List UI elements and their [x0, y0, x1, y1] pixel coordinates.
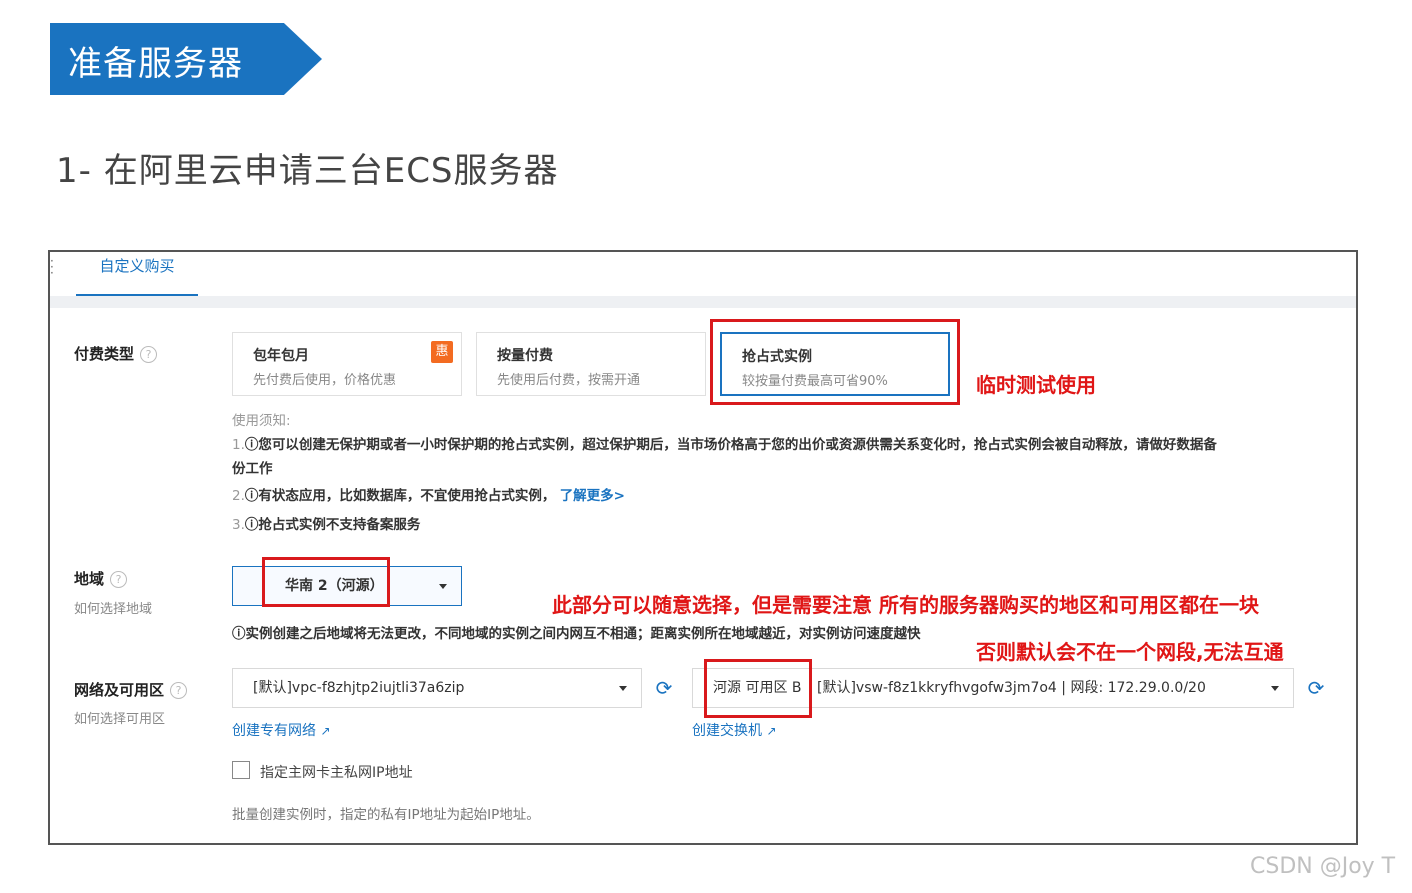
- region-hint: ⓘ实例创建之后地域将无法更改，不同地域的实例之间内网互不相通；距离实例所在地域越…: [232, 626, 921, 642]
- help-icon[interactable]: ?: [170, 682, 188, 699]
- external-link-icon: ↗: [766, 724, 777, 738]
- zone-help-link[interactable]: 如何选择可用区: [74, 708, 165, 727]
- highlight-box-spot: [710, 319, 960, 405]
- chevron-down-icon: [1271, 686, 1279, 691]
- external-link-icon: ↗: [320, 724, 331, 738]
- create-vpc-link[interactable]: 创建专有网络 ↗: [232, 720, 331, 740]
- chevron-down-icon: [619, 686, 627, 691]
- handle-icon: · · ·: [50, 254, 54, 280]
- slide-subtitle: 1- 在阿里云申请三台ECS服务器: [56, 151, 559, 191]
- vpc-select[interactable]: [默认]vpc-f8zhjtp2iujtli37a6zip: [232, 668, 642, 708]
- billing-option-payg[interactable]: 按量付费 先使用后付费，按需开通: [476, 332, 706, 396]
- region-help-link[interactable]: 如何选择地域: [74, 598, 152, 617]
- private-ip-checkbox[interactable]: [232, 761, 250, 779]
- option-title: 按量付费: [497, 348, 553, 364]
- annotation-temp-test: 临时测试使用: [976, 373, 1096, 397]
- vpc-value: [默认]vpc-f8zhjtp2iujtli37a6zip: [253, 680, 465, 696]
- bulk-ip-hint: 批量创建实例时，指定的私有IP地址为起始IP地址。: [232, 807, 540, 823]
- option-desc: 先使用后付费，按需开通: [497, 373, 641, 388]
- billing-label: 付费类型?: [74, 343, 158, 364]
- private-ip-label: 指定主网卡主私网IP地址: [260, 765, 413, 781]
- notice-heading: 使用须知:: [232, 413, 291, 429]
- help-icon[interactable]: ?: [110, 571, 128, 588]
- tab-bar: · · · 自定义购买: [50, 252, 1356, 297]
- notice-item-3: 3.ⓘ抢占式实例不支持备案服务: [232, 517, 421, 533]
- notice-item-1-cont: 份工作: [232, 461, 273, 477]
- option-title: 包年包月: [253, 348, 309, 364]
- region-label: 地域?: [74, 568, 128, 589]
- console-screenshot: · · · 自定义购买 付费类型? 包年包月 先付费后使用，价格优惠 惠 按量付费 …: [48, 250, 1358, 845]
- chevron-down-icon: [439, 584, 447, 589]
- discount-badge: 惠: [431, 341, 453, 363]
- slide-title: 准备服务器: [68, 44, 243, 84]
- learn-more-link[interactable]: 了解更多>: [560, 488, 625, 504]
- refresh-icon[interactable]: ⟳: [650, 674, 678, 702]
- annotation-network-note: 否则默认会不在一个网段,无法互通: [976, 640, 1284, 664]
- create-vswitch-link[interactable]: 创建交换机 ↗: [692, 720, 777, 740]
- highlight-box-zone: [704, 659, 812, 718]
- refresh-icon[interactable]: ⟳: [1302, 674, 1330, 702]
- highlight-box-region: [262, 557, 390, 607]
- option-desc: 先付费后使用，价格优惠: [253, 373, 397, 388]
- divider: [50, 296, 1356, 308]
- billing-option-subscription[interactable]: 包年包月 先付费后使用，价格优惠 惠: [232, 332, 462, 396]
- help-icon[interactable]: ?: [140, 346, 158, 363]
- vswitch-value: [默认]vsw-f8z1kkryfhvgofw3jm7o4 | 网段: 172.…: [817, 680, 1206, 696]
- watermark: CSDN @Joy T: [1250, 854, 1396, 879]
- annotation-region-note: 此部分可以随意选择，但是需要注意 所有的服务器购买的地区和可用区都在一块: [552, 593, 1259, 617]
- notice-item-1: 1.ⓘ您可以创建无保护期或者一小时保护期的抢占式实例，超过保护期后，当市场价格高…: [232, 437, 1217, 453]
- network-label: 网络及可用区?: [74, 679, 188, 700]
- tab-custom-purchase[interactable]: 自定义购买: [76, 252, 198, 297]
- notice-item-2: 2.ⓘ有状态应用，比如数据库，不宜使用抢占式实例， 了解更多>: [232, 488, 625, 504]
